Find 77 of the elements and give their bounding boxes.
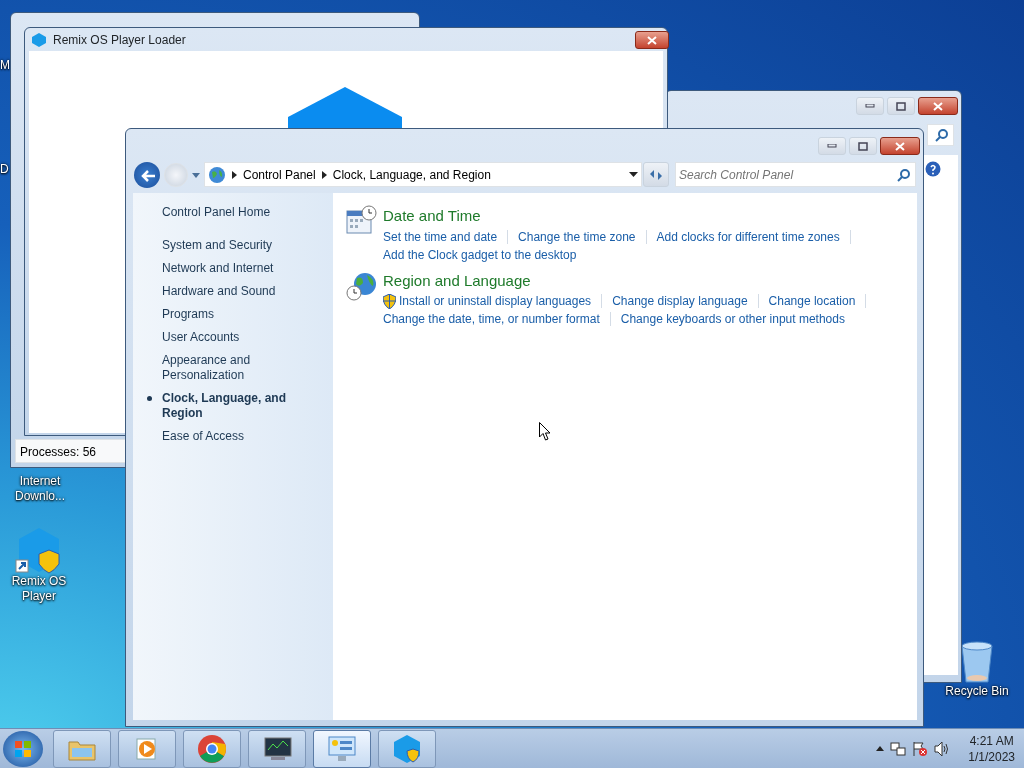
search-field[interactable]: Search Control Panel bbox=[675, 162, 916, 187]
sidebar-link[interactable]: User Accounts bbox=[133, 330, 333, 345]
status-text: Processes: 56 bbox=[19, 444, 98, 461]
clock-time[interactable]: 4:21 AM bbox=[969, 732, 1014, 749]
minimize-button[interactable] bbox=[856, 97, 884, 115]
windows-logo-icon bbox=[14, 739, 32, 758]
play-icon bbox=[135, 736, 159, 761]
network-icon bbox=[890, 740, 907, 757]
category-heading[interactable]: Region and Language bbox=[383, 269, 877, 292]
sidebar-link[interactable]: Clock, Language, and Region bbox=[133, 391, 333, 421]
minimize-icon bbox=[865, 104, 875, 108]
task-link[interactable]: Install or uninstall display languages bbox=[383, 292, 592, 310]
calendar-clock-icon bbox=[345, 205, 377, 237]
hexagon-shield-icon bbox=[392, 733, 422, 764]
monitor-icon bbox=[261, 735, 293, 762]
icon-label: M bbox=[0, 58, 10, 73]
maximize-icon bbox=[858, 141, 868, 151]
task-link[interactable]: Change location bbox=[768, 292, 856, 310]
task-link[interactable]: Change the date, time, or number format bbox=[383, 310, 600, 328]
sidebar-link[interactable]: Hardware and Sound bbox=[133, 284, 333, 299]
close-button[interactable] bbox=[635, 31, 669, 49]
globe-icon bbox=[208, 165, 226, 184]
task-link[interactable]: Add clocks for different time zones bbox=[656, 227, 840, 246]
chevron-right-icon bbox=[232, 170, 237, 179]
icon-label: Remix OS Player bbox=[10, 574, 68, 604]
maximize-icon bbox=[896, 101, 906, 111]
icon-label: Recycle Bin bbox=[945, 684, 1009, 699]
breadcrumb-item[interactable]: Control Panel bbox=[243, 165, 316, 184]
close-button[interactable] bbox=[880, 137, 920, 155]
maximize-button[interactable] bbox=[887, 97, 915, 115]
chevron-up-icon bbox=[876, 746, 885, 751]
sidebar-link[interactable]: Appearance and Personalization bbox=[133, 353, 263, 383]
dropdown-arrow-icon bbox=[192, 173, 200, 178]
search-icon bbox=[935, 128, 949, 142]
address-bar[interactable]: Control Panel Clock, Language, and Region bbox=[204, 162, 642, 187]
chevron-right-icon bbox=[321, 170, 327, 179]
hexagon-shield-icon bbox=[15, 526, 63, 574]
window-title: Remix OS Player Loader bbox=[53, 32, 186, 49]
sidebar-link[interactable]: Ease of Access bbox=[133, 429, 333, 444]
sidebar-link[interactable]: System and Security bbox=[133, 238, 333, 253]
sidebar-link[interactable]: Network and Internet bbox=[133, 261, 333, 276]
close-icon bbox=[895, 141, 905, 151]
minimize-icon bbox=[827, 144, 837, 148]
mouse-pointer-icon bbox=[539, 422, 551, 441]
sidebar-link[interactable]: Programs bbox=[133, 307, 333, 322]
taskbar-button[interactable] bbox=[248, 729, 306, 768]
back-button[interactable] bbox=[134, 162, 160, 188]
task-link[interactable]: Set the time and date bbox=[383, 227, 498, 246]
refresh-button[interactable] bbox=[643, 162, 669, 187]
maximize-button[interactable] bbox=[849, 137, 877, 155]
category-heading[interactable]: Date and Time bbox=[383, 205, 861, 228]
close-button[interactable] bbox=[918, 97, 958, 115]
back-arrow-icon bbox=[140, 168, 156, 183]
dropdown-arrow-icon bbox=[629, 172, 638, 177]
close-icon bbox=[933, 101, 943, 111]
task-link[interactable]: Change keyboards or other input methods bbox=[620, 310, 845, 328]
search-icon bbox=[897, 167, 911, 182]
sidebar-link[interactable]: Control Panel Home bbox=[133, 205, 333, 220]
browser-icon bbox=[197, 733, 227, 764]
trash-can-icon bbox=[959, 640, 995, 684]
help-icon bbox=[925, 161, 941, 177]
task-link[interactable]: Change display language bbox=[612, 292, 748, 310]
task-link[interactable]: Add the Clock gadget to the desktop bbox=[383, 245, 577, 264]
close-icon bbox=[647, 35, 657, 45]
shield-icon bbox=[383, 293, 396, 309]
breadcrumb-item[interactable]: Clock, Language, and Region bbox=[332, 165, 491, 184]
icon-label: Internet Downlo... bbox=[14, 474, 66, 504]
minimize-button[interactable] bbox=[818, 137, 846, 155]
search-field[interactable] bbox=[927, 124, 954, 146]
icon-label: D bbox=[0, 162, 9, 177]
flag-error-icon bbox=[912, 740, 929, 757]
start-button[interactable] bbox=[3, 730, 43, 767]
speaker-icon bbox=[934, 740, 951, 757]
control-panel-icon bbox=[327, 734, 357, 763]
clock-date[interactable]: 1/1/2023 bbox=[968, 748, 1015, 765]
task-link[interactable]: Change the time zone bbox=[518, 227, 636, 246]
hexagon-icon bbox=[31, 32, 47, 48]
